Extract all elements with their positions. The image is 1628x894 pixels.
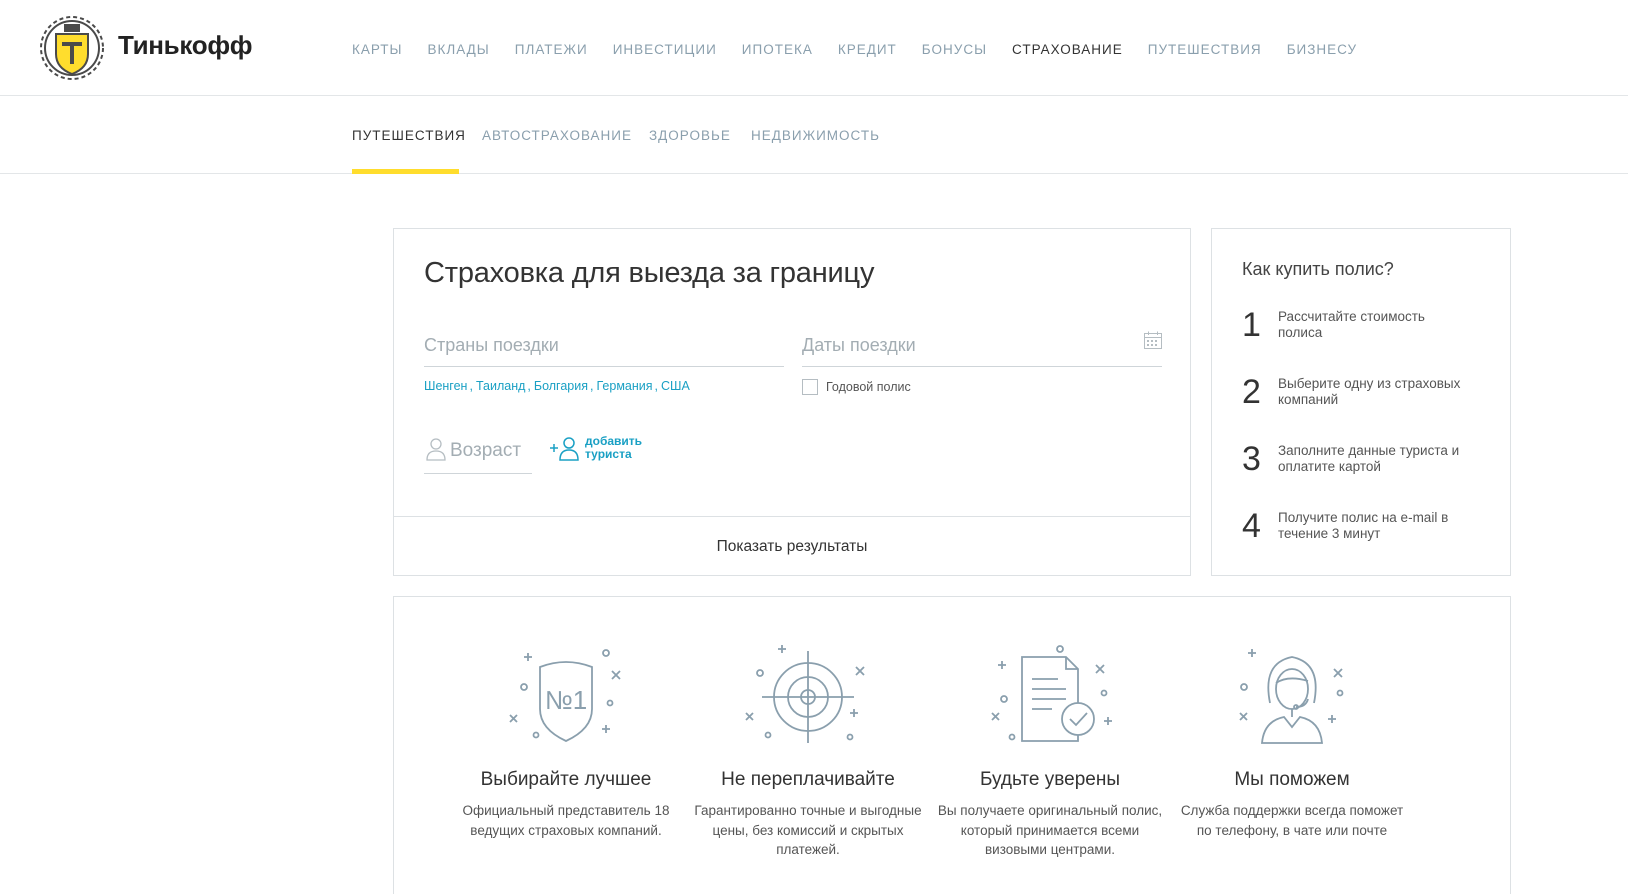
feature-title: Будьте уверены <box>980 769 1120 790</box>
active-tab-indicator <box>352 169 459 174</box>
main-nav: КАРТЫ ВКЛАДЫ ПЛАТЕЖИ ИНВЕСТИЦИИ ИПОТЕКА … <box>352 42 1382 57</box>
step-item: 2 Выберите одну из страховых компаний <box>1242 374 1468 410</box>
feature-description: Гарантированно точные и выгодные цены, б… <box>694 803 922 857</box>
nav-item-travel[interactable]: ПУТЕШЕСТВИЯ <box>1148 42 1262 57</box>
nav-item-payments[interactable]: ПЛАТЕЖИ <box>515 42 588 57</box>
step-number: 4 <box>1242 507 1261 545</box>
nav-item-credit[interactable]: КРЕДИТ <box>838 42 897 57</box>
step-text: Рассчитайте стоимость полиса <box>1278 309 1425 340</box>
nav-item-investments[interactable]: ИНВЕСТИЦИИ <box>613 42 717 57</box>
feature-best-choice: №1 Выбирайте лучшее Официальный представ… <box>448 643 684 840</box>
quick-separator: , <box>527 379 531 393</box>
top-header: Тинькофф КАРТЫ ВКЛАДЫ ПЛАТЕЖИ ИНВЕСТИЦИИ… <box>0 0 1628 96</box>
feature-we-help: Мы поможем Служба поддержки всегда помож… <box>1174 643 1410 840</box>
quick-separator: , <box>654 379 659 393</box>
step-item: 1 Рассчитайте стоимость полиса <box>1242 307 1468 343</box>
show-results-button[interactable]: Показать результаты <box>394 517 1190 576</box>
tab-travel[interactable]: ПУТЕШЕСТВИЯ <box>352 128 466 143</box>
feature-no-overpay: Не переплачивайте Гарантированно точные … <box>690 643 926 860</box>
sub-nav: ПУТЕШЕСТВИЯ АВТОСТРАХОВАНИЕ ЗДОРОВЬЕ НЕД… <box>0 96 1628 174</box>
age-field[interactable] <box>424 429 532 474</box>
add-person-icon <box>550 437 579 461</box>
nav-item-insurance[interactable]: СТРАХОВАНИЕ <box>1012 42 1123 57</box>
annual-policy-label: Годовой полис <box>826 380 911 394</box>
shield-no1-icon: №1 <box>509 649 621 742</box>
target-icon <box>745 645 865 743</box>
step-text: Заполните данные туриста и оплатите карт… <box>1278 443 1460 474</box>
step-text: Получите полис на e-mail в течение 3 мин… <box>1278 510 1449 541</box>
support-agent-icon <box>1239 649 1344 744</box>
tinkoff-crest-icon[interactable] <box>36 14 108 82</box>
quick-country-bulgaria[interactable]: Болгария <box>534 379 588 393</box>
brand-name[interactable]: Тинькофф <box>118 30 253 61</box>
feature-be-confident: Будьте уверены Вы получаете оригинальный… <box>932 643 1168 860</box>
nav-item-bonuses[interactable]: БОНУСЫ <box>922 42 987 57</box>
quick-separator: , <box>590 379 594 393</box>
calendar-icon[interactable] <box>1144 331 1162 349</box>
countries-input[interactable] <box>424 325 784 366</box>
annual-policy-option[interactable]: Годовой полис <box>802 379 911 395</box>
add-tourist-label: добавить туриста <box>585 434 643 461</box>
shield-badge-text: №1 <box>545 685 587 715</box>
step-number: 1 <box>1242 306 1261 344</box>
dates-input[interactable] <box>802 325 1162 366</box>
quick-country-thailand[interactable]: Таиланд <box>476 379 525 393</box>
tab-property[interactable]: НЕДВИЖИМОСТЬ <box>751 128 880 143</box>
feature-description: Официальный представитель 18 ведущих стр… <box>462 803 670 838</box>
feature-title: Не переплачивайте <box>721 769 895 790</box>
quick-country-schengen[interactable]: Шенген <box>424 379 467 393</box>
step-item: 4 Получите полис на e-mail в течение 3 м… <box>1242 508 1468 544</box>
tab-auto-insurance[interactable]: АВТОСТРАХОВАНИЕ <box>482 128 632 143</box>
dates-field[interactable] <box>802 325 1162 367</box>
feature-title: Мы поможем <box>1234 769 1350 790</box>
document-check-icon <box>991 645 1112 742</box>
quick-country-usa[interactable]: США <box>661 379 690 393</box>
step-number: 3 <box>1242 440 1261 478</box>
add-tourist-button[interactable]: добавить туриста <box>549 435 645 461</box>
step-item: 3 Заполните данные туриста и оплатите ка… <box>1242 441 1468 477</box>
person-icon <box>426 438 446 461</box>
quick-separator: , <box>469 379 473 393</box>
quick-country-germany[interactable]: Германия <box>596 379 652 393</box>
countries-field[interactable] <box>424 325 784 367</box>
nav-item-cards[interactable]: КАРТЫ <box>352 42 402 57</box>
travel-insurance-calculator: Страховка для выезда за границу Шенген ,… <box>393 228 1191 576</box>
feature-description: Вы получаете оригинальный полис, который… <box>937 803 1163 857</box>
how-to-buy-panel: Как купить полис? 1 Рассчитайте стоимост… <box>1211 228 1511 576</box>
how-to-buy-title: Как купить полис? <box>1242 259 1394 279</box>
nav-item-mortgage[interactable]: ИПОТЕКА <box>742 42 813 57</box>
nav-item-business[interactable]: БИЗНЕСУ <box>1287 42 1357 57</box>
tab-health[interactable]: ЗДОРОВЬЕ <box>649 128 731 143</box>
nav-item-deposits[interactable]: ВКЛАДЫ <box>427 42 489 57</box>
quick-country-links: Шенген , Таиланд , Болгария , Германия ,… <box>424 379 690 393</box>
annual-policy-checkbox[interactable] <box>802 379 818 395</box>
features-section: №1 Выбирайте лучшее Официальный представ… <box>393 596 1511 894</box>
calculator-title: Страховка для выезда за границу <box>424 257 875 289</box>
step-number: 2 <box>1242 373 1261 411</box>
step-text: Выберите одну из страховых компаний <box>1278 376 1461 407</box>
feature-title: Выбирайте лучшее <box>480 769 652 790</box>
feature-description: Служба поддержки всегда поможет по телеф… <box>1180 803 1404 838</box>
